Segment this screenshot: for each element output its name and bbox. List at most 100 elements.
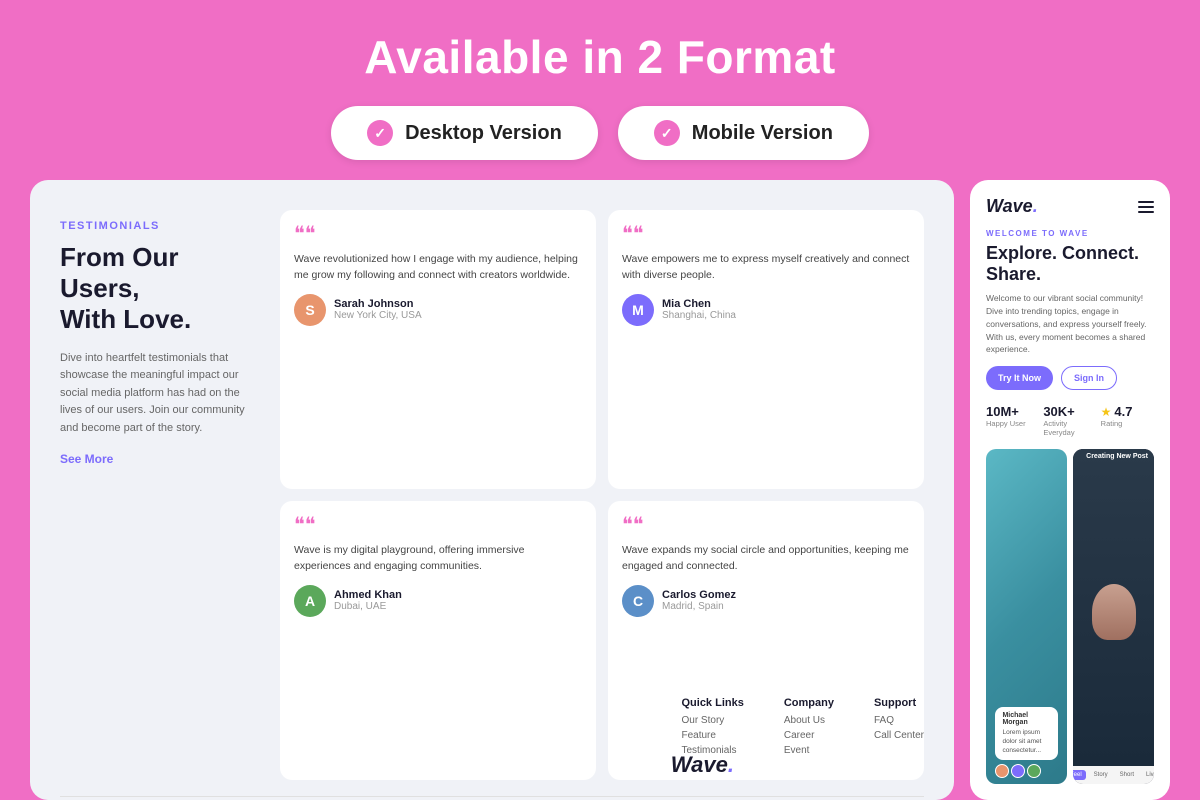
author-name-2: Mia Chen (662, 298, 736, 310)
phone-preview-left: Michael Morgan Lorem ipsum dolor sit ame… (986, 449, 1067, 784)
stat-value-activity: 30K+ (1043, 404, 1096, 419)
testimonial-card-3: ❝❝ Wave is my digital playground, offeri… (280, 501, 596, 780)
author-location-4: Madrid, Spain (662, 601, 736, 612)
stat-happy-users: 10M+ Happy User (986, 404, 1039, 437)
stat-activity: 30K+ Activity Everyday (1043, 404, 1096, 437)
quote-icon-4: ❝❝ (622, 515, 910, 535)
testimonials-desc: Dive into heartfelt testimonials that sh… (60, 350, 260, 438)
star-icon: ★ (1101, 405, 1112, 419)
testimonial-card-1: ❝❝ Wave revolutionized how I engage with… (280, 210, 596, 489)
footer-company-title: Company (784, 697, 834, 709)
desktop-footer: Subscribe to Our Newsletter! Subscribe f… (60, 796, 924, 800)
footer-support-item-1[interactable]: FAQ (874, 715, 924, 726)
testimonials-section: TESTIMONIALS From Our Users,With Love. D… (60, 210, 924, 780)
mini-avatar-1 (995, 764, 1009, 778)
author-info-4: Carlos Gomez Madrid, Spain (662, 589, 736, 612)
testimonial-author-1: S Sarah Johnson New York City, USA (294, 294, 582, 326)
tab-story[interactable]: Story (1090, 770, 1112, 780)
mobile-hero-desc: Welcome to our vibrant social community!… (986, 292, 1154, 356)
footer-company-item-2[interactable]: Career (784, 730, 834, 741)
author-avatar-1: S (294, 294, 326, 326)
author-info-3: Ahmed Khan Dubai, UAE (334, 589, 402, 612)
stat-value-users: 10M+ (986, 404, 1039, 419)
tab-live[interactable]: Live (1142, 770, 1154, 780)
testimonial-author-2: M Mia Chen Shanghai, China (622, 294, 910, 326)
testimonial-text-3: Wave is my digital playground, offering … (294, 543, 582, 575)
footer-support-item-2[interactable]: Call Center (874, 730, 924, 741)
header-section: Available in 2 Format ✓ Desktop Version … (0, 0, 1200, 180)
quote-icon-3: ❝❝ (294, 515, 582, 535)
phone-right-top: Creating New Post (1073, 449, 1154, 766)
author-avatar-3: A (294, 585, 326, 617)
avatar-initial-3: A (294, 585, 326, 617)
author-info-2: Mia Chen Shanghai, China (662, 298, 736, 321)
testimonial-text-1: Wave revolutionized how I engage with my… (294, 252, 582, 284)
mobile-version-button[interactable]: ✓ Mobile Version (618, 106, 869, 160)
face-bg (1073, 449, 1154, 766)
hamburger-line-1 (1138, 201, 1154, 203)
footer-company-item-3[interactable]: Event (784, 745, 834, 756)
author-location-1: New York City, USA (334, 310, 422, 321)
testimonials-title: From Our Users,With Love. (60, 242, 260, 336)
author-location-2: Shanghai, China (662, 310, 736, 321)
mobile-hero-title: Explore. Connect.Share. (986, 243, 1154, 284)
author-avatar-2: M (622, 294, 654, 326)
desktop-btn-label: Desktop Version (405, 122, 562, 145)
footer-quicklinks-item-1[interactable]: Our Story (681, 715, 743, 726)
mobile-preview-card: Wave. WELCOME TO WAVE Explore. Connect.S… (970, 180, 1170, 800)
mini-avatar-3 (1027, 764, 1041, 778)
testimonials-grid: ❝❝ Wave revolutionized how I engage with… (280, 210, 924, 780)
author-avatar-4: C (622, 585, 654, 617)
footer-company-item-1[interactable]: About Us (784, 715, 834, 726)
quote-icon-1: ❝❝ (294, 224, 582, 244)
stat-value-rating: 4.7 (1114, 404, 1132, 419)
avatar-initial-4: C (622, 585, 654, 617)
mobile-welcome-label: WELCOME TO WAVE (986, 229, 1154, 238)
mobile-stats: 10M+ Happy User 30K+ Activity Everyday ★… (986, 404, 1154, 437)
tab-feel[interactable]: Feel (1073, 770, 1086, 780)
mobile-images: Michael Morgan Lorem ipsum dolor sit ame… (986, 449, 1154, 784)
author-location-3: Dubai, UAE (334, 601, 402, 612)
format-buttons: ✓ Desktop Version ✓ Mobile Version (331, 106, 869, 160)
testimonial-text-2: Wave empowers me to express myself creat… (622, 252, 910, 284)
stat-label-rating: Rating (1101, 419, 1154, 428)
footer-col-quick-links: Quick Links Our Story Feature Testimonia… (681, 697, 743, 760)
check-icon-mobile: ✓ (654, 120, 680, 146)
tab-short[interactable]: Short (1116, 770, 1138, 780)
mobile-sign-in-button[interactable]: Sign In (1061, 366, 1117, 390)
hamburger-menu-icon[interactable] (1138, 201, 1154, 213)
hamburger-line-3 (1138, 211, 1154, 213)
footer-support-title: Support (874, 697, 924, 709)
phone-chat-bubble: Michael Morgan Lorem ipsum dolor sit ame… (995, 707, 1057, 760)
desktop-preview-card: TESTIMONIALS From Our Users,With Love. D… (30, 180, 954, 800)
avatar-initial-2: M (622, 294, 654, 326)
author-name-1: Sarah Johnson (334, 298, 422, 310)
author-info-1: Sarah Johnson New York City, USA (334, 298, 422, 321)
wave-logo-mobile: Wave. (986, 196, 1038, 217)
create-post-label: Creating New Post (1086, 453, 1148, 460)
mobile-wave-dot: . (1033, 196, 1038, 216)
content-area: TESTIMONIALS From Our Users,With Love. D… (30, 180, 1170, 800)
footer-quicklinks-item-2[interactable]: Feature (681, 730, 743, 741)
footer-quicklinks-title: Quick Links (681, 697, 743, 709)
mobile-try-now-button[interactable]: Try It Now (986, 366, 1053, 390)
see-more-link[interactable]: See More (60, 452, 113, 466)
wave-logo-footer: Wave. (671, 752, 734, 778)
avatar-initial-1: S (294, 294, 326, 326)
check-icon-desktop: ✓ (367, 120, 393, 146)
main-title: Available in 2 Format (364, 30, 836, 84)
hamburger-line-2 (1138, 206, 1154, 208)
mobile-btn-label: Mobile Version (692, 122, 833, 145)
wave-dot: . (728, 752, 734, 777)
testimonial-author-3: A Ahmed Khan Dubai, UAE (294, 585, 582, 617)
footer-col-company: Company About Us Career Event (784, 697, 834, 760)
desktop-version-button[interactable]: ✓ Desktop Version (331, 106, 598, 160)
testimonial-card-2: ❝❝ Wave empowers me to express myself cr… (608, 210, 924, 489)
quote-icon-2: ❝❝ (622, 224, 910, 244)
mobile-cta-row: Try It Now Sign In (986, 366, 1154, 390)
phone-screen-overlay-left: Michael Morgan Lorem ipsum dolor sit ame… (986, 449, 1067, 784)
face-shape (1092, 584, 1136, 640)
footer-links: Quick Links Our Story Feature Testimonia… (681, 697, 924, 760)
testimonials-label: TESTIMONIALS (60, 220, 260, 232)
phone-avatar-row (995, 764, 1057, 778)
